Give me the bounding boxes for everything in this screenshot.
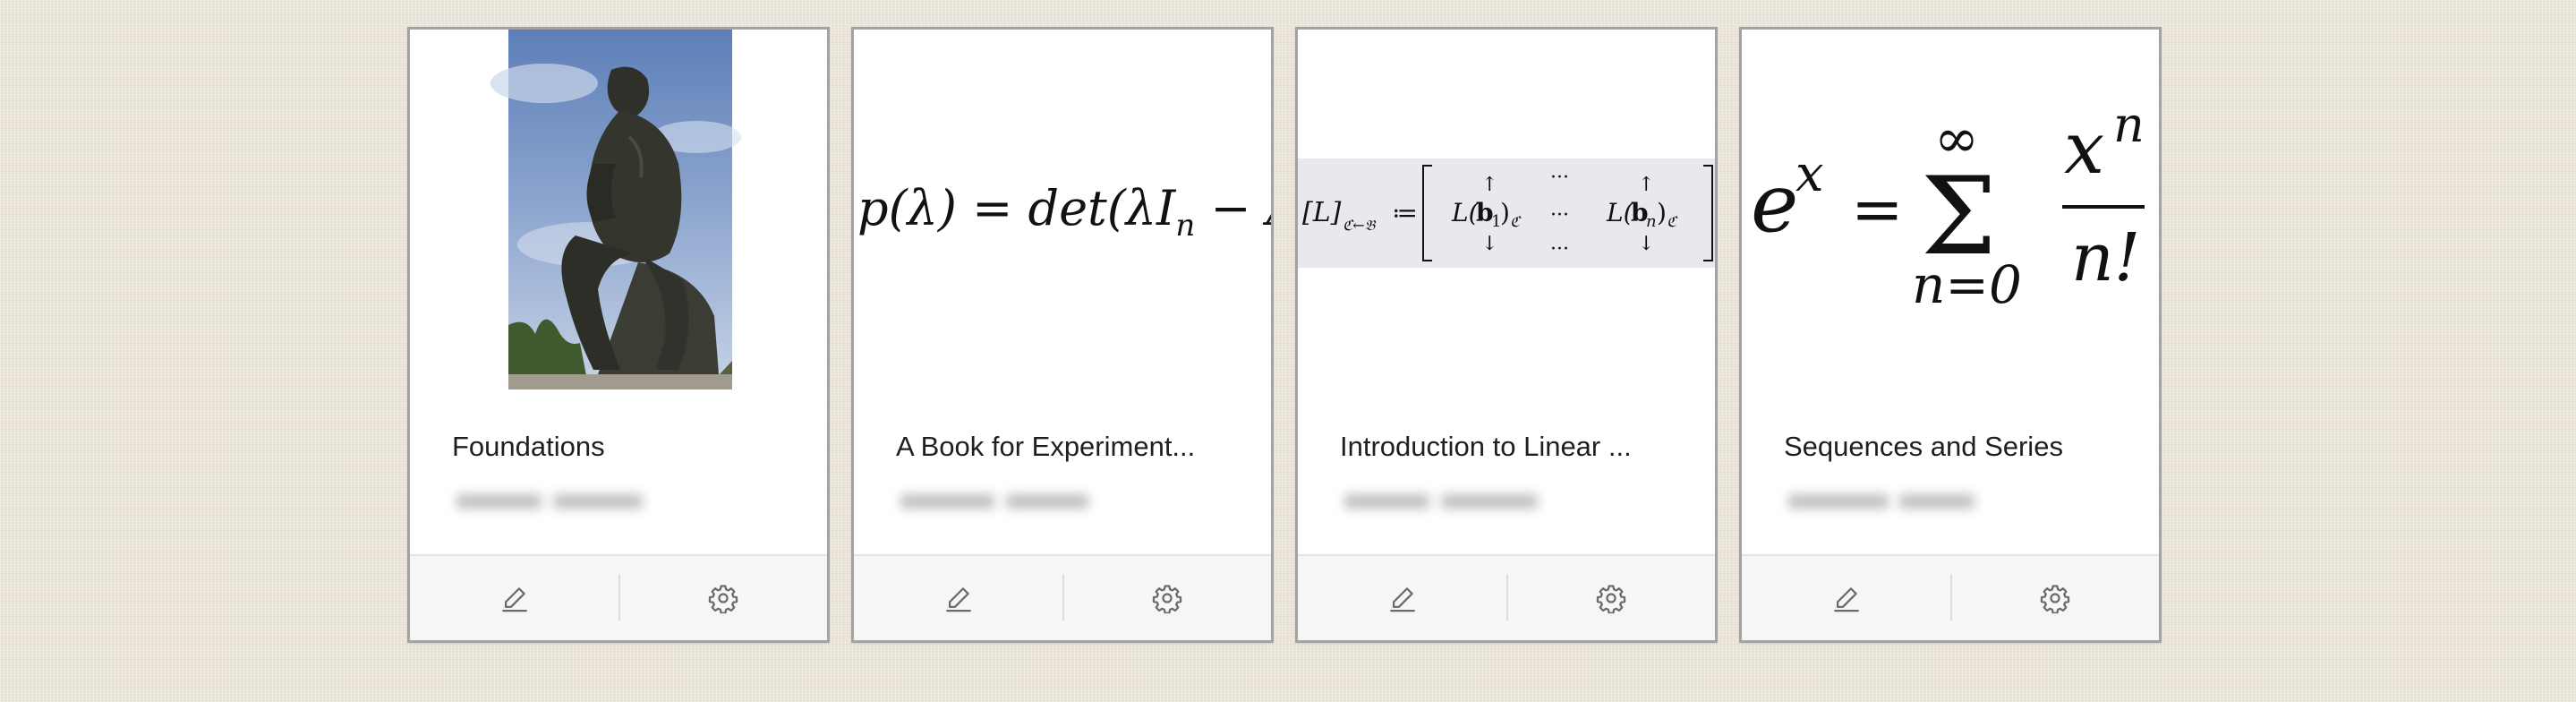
gear-icon xyxy=(1152,585,1181,613)
book-title[interactable]: Foundations xyxy=(452,431,800,463)
book-author-redacted xyxy=(456,489,648,514)
book-cover[interactable]: p(λ) = det(λIn − A) xyxy=(854,30,1271,391)
settings-button[interactable] xyxy=(618,556,827,640)
svg-text:≔: ≔ xyxy=(1392,198,1418,227)
svg-text:=: = xyxy=(1851,173,1904,246)
book-cover[interactable]: e x = ∞ Σ n=0 x n n! xyxy=(1742,30,2159,391)
svg-text:): ) xyxy=(1500,198,1510,227)
settings-button[interactable] xyxy=(1062,556,1271,640)
gear-icon xyxy=(1596,585,1625,613)
svg-text:···: ··· xyxy=(1550,204,1569,227)
card-actions xyxy=(1742,554,2159,640)
pencil-icon xyxy=(945,587,971,612)
svg-text:L(: L( xyxy=(1606,198,1634,227)
card-actions xyxy=(854,554,1271,640)
svg-text:↑: ↑ xyxy=(1481,174,1497,196)
pencil-icon xyxy=(501,587,527,612)
pencil-icon xyxy=(1389,587,1415,612)
book-title[interactable]: Introduction to Linear ... xyxy=(1340,431,1688,463)
settings-button[interactable] xyxy=(1506,556,1715,640)
svg-text:···: ··· xyxy=(1550,238,1569,261)
edit-button[interactable] xyxy=(1298,556,1506,640)
svg-text:e: e xyxy=(1751,157,1798,251)
book-card[interactable]: [L] ℭ←𝔅 ≔ ↑ L( b 1 ) ℭ ↓ ··· ··· ··· ↑ L… xyxy=(1295,27,1718,643)
svg-text:n!: n! xyxy=(2071,219,2140,296)
svg-text:↓: ↓ xyxy=(1638,233,1654,255)
card-actions xyxy=(410,554,827,640)
book-card[interactable]: Foundations xyxy=(407,27,830,643)
svg-text:x: x xyxy=(2064,107,2104,190)
book-cover[interactable] xyxy=(410,30,827,391)
book-card[interactable]: p(λ) = det(λIn − A) A Book for Experimen… xyxy=(851,27,1274,643)
cover-formula: [L] ℭ←𝔅 ≔ ↑ L( b 1 ) ℭ ↓ ··· ··· ··· ↑ L… xyxy=(1298,158,1715,268)
svg-text:ℭ←𝔅: ℭ←𝔅 xyxy=(1343,217,1377,234)
book-title[interactable]: A Book for Experiment... xyxy=(896,431,1244,463)
gear-icon xyxy=(708,585,738,613)
svg-text:n: n xyxy=(1646,212,1657,231)
edit-button[interactable] xyxy=(1742,556,1950,640)
cover-formula: e x = ∞ Σ n=0 x n n! xyxy=(1751,97,2145,315)
svg-text:n: n xyxy=(2113,97,2145,153)
svg-text:n=0: n=0 xyxy=(1912,254,2022,315)
cover-formula: p(λ) = det(λIn − A) xyxy=(857,180,1271,244)
edit-button[interactable] xyxy=(410,556,618,640)
svg-text:ℭ: ℭ xyxy=(1667,213,1678,230)
book-author-redacted xyxy=(900,489,1092,514)
gear-icon xyxy=(2040,585,2069,613)
book-card[interactable]: e x = ∞ Σ n=0 x n n! Sequences and Serie… xyxy=(1739,27,2162,643)
svg-text:↑: ↑ xyxy=(1638,174,1654,196)
card-actions xyxy=(1298,554,1715,640)
edit-button[interactable] xyxy=(854,556,1062,640)
svg-text:↓: ↓ xyxy=(1481,233,1497,255)
svg-text:L(: L( xyxy=(1451,198,1480,227)
svg-text:x: x xyxy=(1796,145,1824,203)
svg-text:ℭ: ℭ xyxy=(1510,213,1522,230)
svg-text:···: ··· xyxy=(1550,167,1569,189)
thinker-statue-image xyxy=(490,30,741,390)
settings-button[interactable] xyxy=(1950,556,2159,640)
book-author-redacted xyxy=(1344,489,1538,514)
book-title[interactable]: Sequences and Series xyxy=(1784,431,2132,463)
pencil-icon xyxy=(1833,587,1859,612)
book-cover[interactable]: [L] ℭ←𝔅 ≔ ↑ L( b 1 ) ℭ ↓ ··· ··· ··· ↑ L… xyxy=(1298,30,1715,391)
svg-text:): ) xyxy=(1657,198,1667,227)
svg-text:[L]: [L] xyxy=(1302,197,1342,228)
book-author-redacted xyxy=(1788,489,1980,514)
